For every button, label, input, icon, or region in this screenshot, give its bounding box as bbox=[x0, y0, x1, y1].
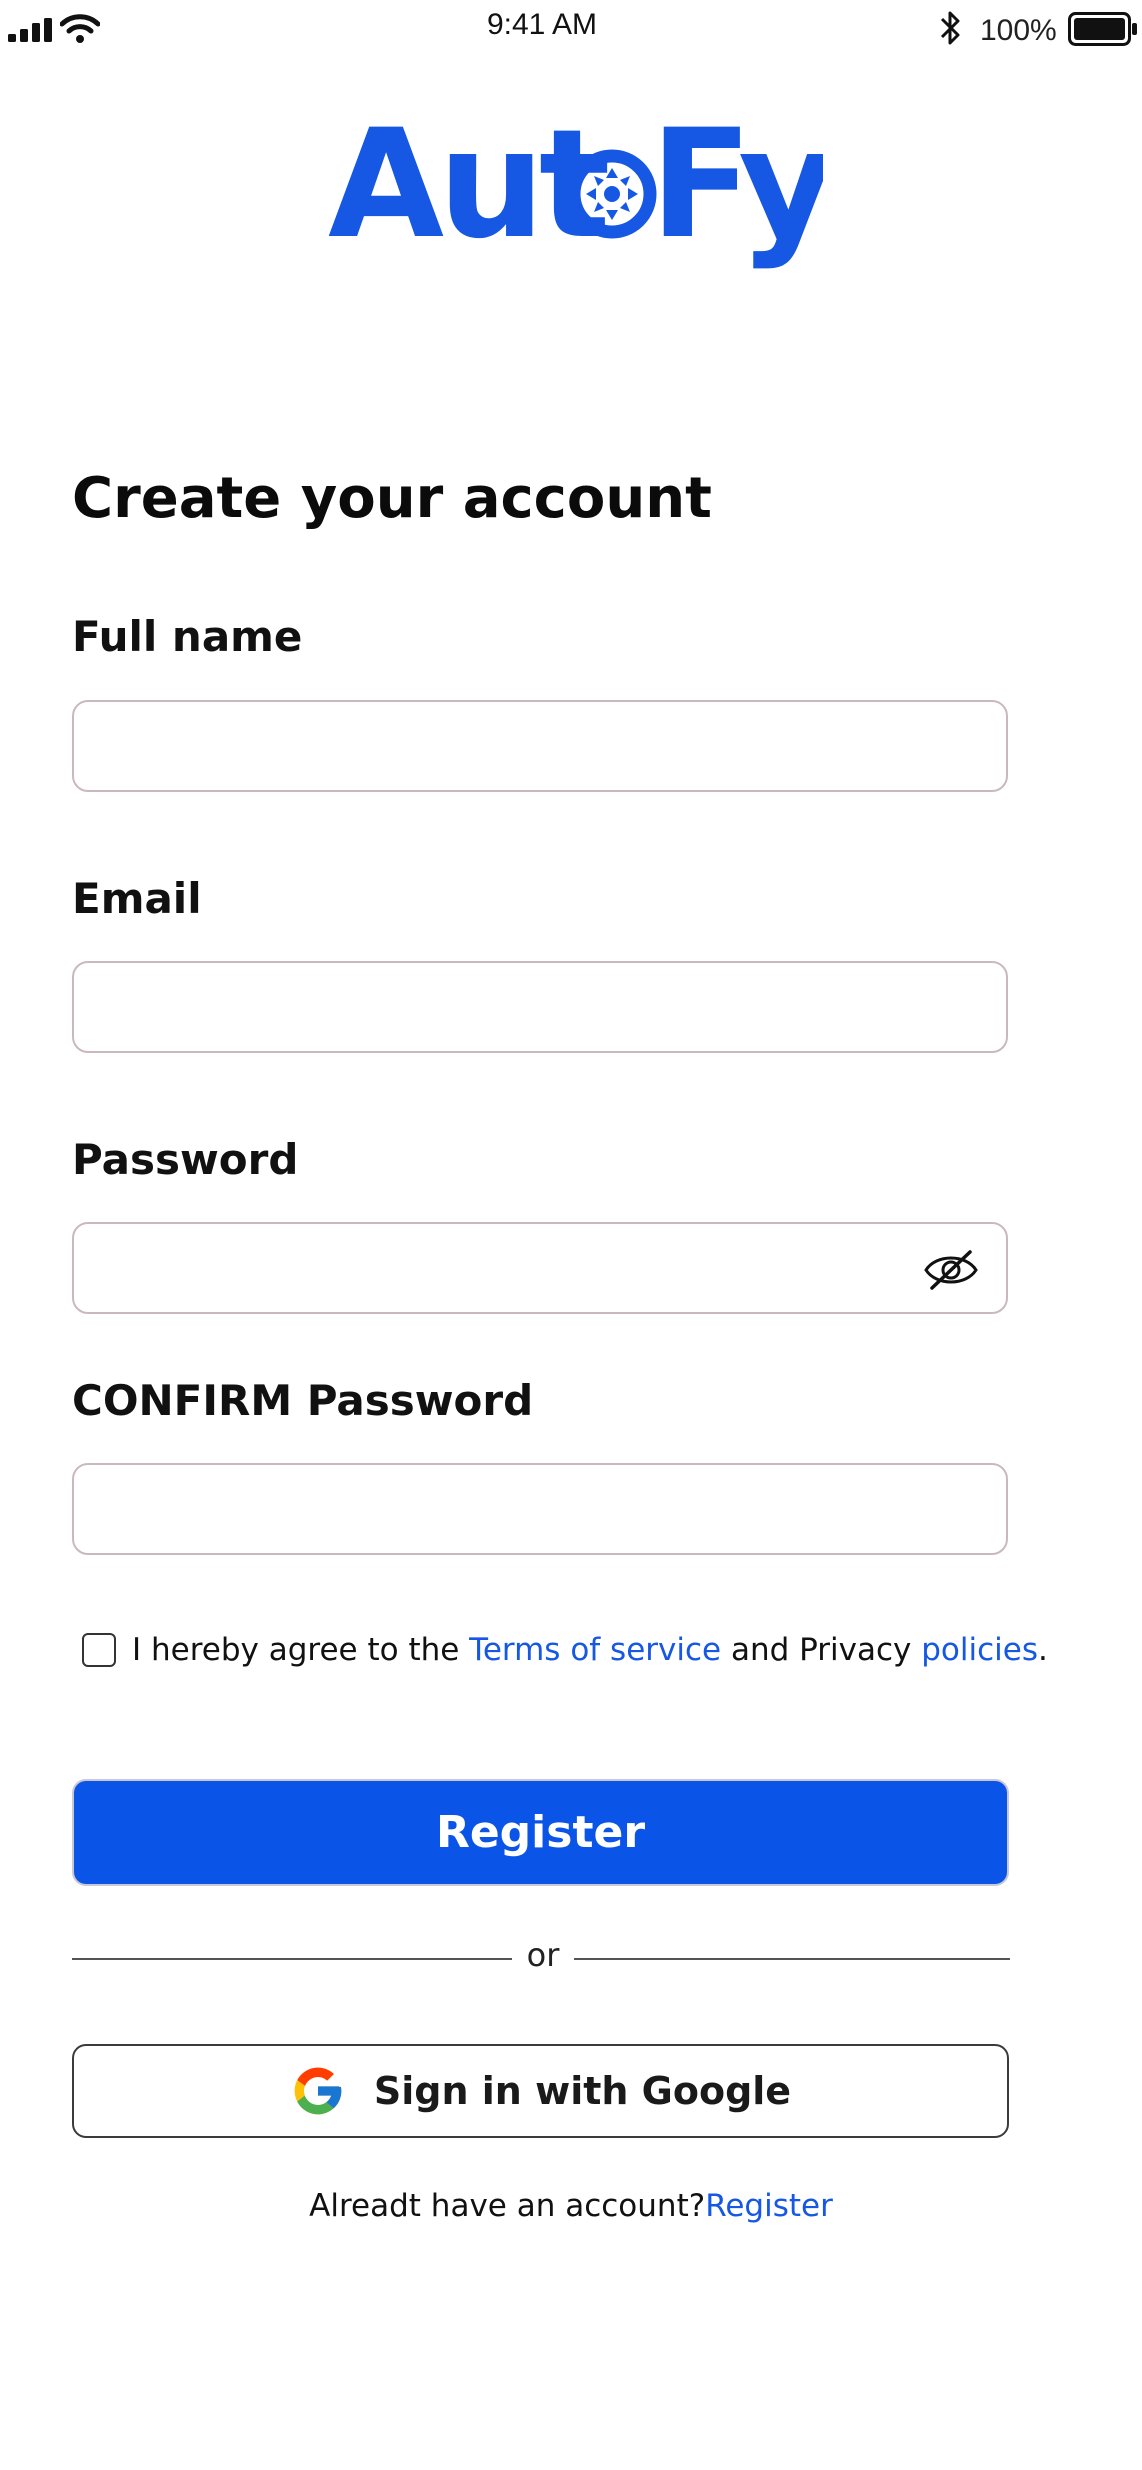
email-input[interactable] bbox=[74, 963, 1006, 1051]
terms-prefix-text: I hereby agree to the bbox=[132, 1632, 470, 1668]
full-name-field-container bbox=[72, 700, 1008, 792]
bluetooth-icon bbox=[940, 11, 960, 45]
divider-line-right bbox=[574, 1958, 1010, 1960]
google-sign-in-button[interactable]: Sign in with Google bbox=[72, 2044, 1009, 2138]
terms-suffix-text: . bbox=[1037, 1632, 1048, 1668]
battery-percentage: 100% bbox=[980, 14, 1057, 47]
email-field-container bbox=[72, 961, 1008, 1053]
divider-or-text: or bbox=[526, 1936, 560, 1974]
autofy-logo: Aut Fy bbox=[328, 118, 823, 272]
eye-slash-icon[interactable] bbox=[922, 1246, 980, 1294]
account-register-link[interactable]: Register bbox=[705, 2188, 833, 2224]
password-label: Password bbox=[72, 1135, 299, 1184]
page-title: Create your account bbox=[72, 466, 712, 531]
confirm-password-input[interactable] bbox=[74, 1465, 1006, 1553]
svg-text:Fy: Fy bbox=[650, 118, 823, 272]
google-logo-icon bbox=[294, 2067, 342, 2115]
google-sign-in-label: Sign in with Google bbox=[373, 2069, 792, 2113]
full-name-input[interactable] bbox=[74, 702, 1006, 790]
battery-icon bbox=[1068, 12, 1137, 46]
privacy-policies-link[interactable]: policies bbox=[921, 1632, 1038, 1668]
account-prompt: Alreadt have an account?Register bbox=[0, 2188, 1142, 2224]
terms-middle-text: and Privacy bbox=[721, 1632, 922, 1668]
email-label: Email bbox=[72, 874, 202, 923]
register-button[interactable]: Register bbox=[72, 1779, 1009, 1886]
password-input[interactable] bbox=[74, 1224, 1006, 1312]
terms-agreement: I hereby agree to the Terms of service a… bbox=[82, 1630, 1048, 1670]
status-time: 9:41 AM bbox=[486, 8, 598, 41]
divider-line-left bbox=[72, 1958, 512, 1960]
confirm-password-field-container bbox=[72, 1463, 1008, 1555]
terms-of-service-link[interactable]: Terms of service bbox=[469, 1632, 721, 1668]
account-prompt-text: Alreadt have an account? bbox=[309, 2188, 706, 2224]
svg-text:Aut: Aut bbox=[328, 118, 608, 272]
full-name-label: Full name bbox=[72, 612, 303, 661]
confirm-password-label: CONFIRM Password bbox=[72, 1376, 534, 1425]
terms-checkbox[interactable] bbox=[82, 1633, 116, 1667]
password-field-container bbox=[72, 1222, 1008, 1314]
